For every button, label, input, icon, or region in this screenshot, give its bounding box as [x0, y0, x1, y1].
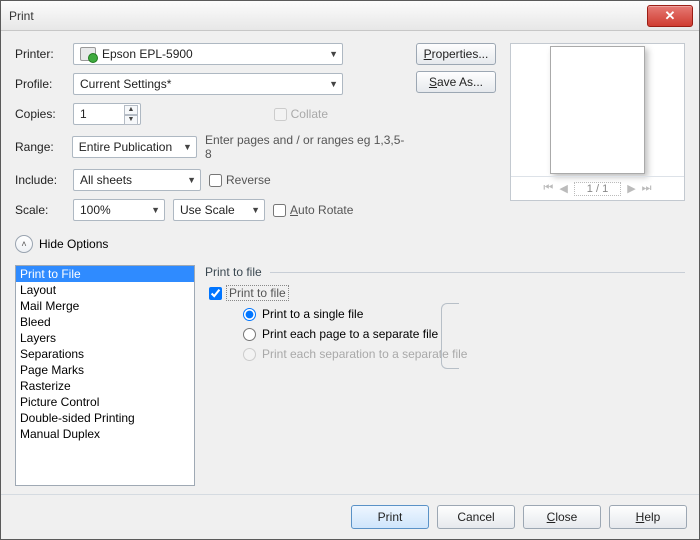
printer-value: Epson EPL-5900 — [102, 47, 193, 61]
profile-label: Profile: — [15, 77, 65, 91]
reverse-checkbox[interactable]: Reverse — [209, 173, 271, 187]
options-listbox[interactable]: Print to FileLayoutMail MergeBleedLayers… — [15, 265, 195, 486]
printer-combo[interactable]: Epson EPL-5900 ▼ — [73, 43, 343, 65]
print-to-file-panel: Print to file Print to file Print to a s… — [205, 265, 685, 486]
chevron-up-icon: ˄ — [15, 235, 33, 253]
preview-pager: ⏮ ◀ 1 / 1 ▶ ⏭ — [511, 176, 684, 200]
options-item[interactable]: Picture Control — [16, 394, 194, 410]
include-value: All sheets — [80, 173, 132, 187]
radio-page-per-file[interactable]: Print each page to a separate file — [243, 327, 685, 341]
options-item[interactable]: Print to File — [16, 266, 194, 282]
range-value: Entire Publication — [79, 140, 172, 154]
auto-rotate-checkbox[interactable]: Auto Rotate — [273, 203, 353, 217]
pager-next-icon[interactable]: ▶ — [627, 182, 635, 195]
divider — [270, 272, 685, 273]
profile-combo[interactable]: Current Settings* ▼ — [73, 73, 343, 95]
panel-title: Print to file — [205, 265, 262, 279]
save-as-button[interactable]: Save As... — [416, 71, 496, 93]
include-combo[interactable]: All sheets ▼ — [73, 169, 201, 191]
print-dialog: Print ✕ Printer: Epson EPL-5900 ▼ — [0, 0, 700, 540]
copies-spinner[interactable]: 1 ▲▼ — [73, 103, 141, 125]
pager-first-icon[interactable]: ⏮ — [543, 182, 553, 195]
options-item[interactable]: Layout — [16, 282, 194, 298]
copies-value: 1 — [80, 107, 87, 121]
cancel-button[interactable]: Cancel — [437, 505, 515, 529]
printer-icon — [80, 47, 96, 61]
options-item[interactable]: Mail Merge — [16, 298, 194, 314]
radio-separation-per-file: Print each separation to a separate file — [243, 347, 685, 361]
chevron-down-icon: ▼ — [187, 175, 196, 185]
chevron-down-icon: ▼ — [151, 205, 160, 215]
titlebar: Print ✕ — [1, 1, 699, 31]
options-item[interactable]: Layers — [16, 330, 194, 346]
options-item[interactable]: Page Marks — [16, 362, 194, 378]
include-label: Include: — [15, 173, 65, 187]
copies-label: Copies: — [15, 107, 65, 121]
close-icon: ✕ — [665, 8, 676, 24]
preview-page — [511, 44, 684, 176]
scale-mode-value: Use Scale — [180, 203, 235, 217]
range-hint: Enter pages and / or ranges eg 1,3,5-8 — [205, 133, 406, 161]
spinner-arrows[interactable]: ▲▼ — [124, 105, 138, 125]
hide-options-toggle[interactable]: ˄ Hide Options — [15, 235, 685, 253]
window-close-button[interactable]: ✕ — [647, 5, 693, 27]
window-title: Print — [7, 9, 647, 23]
collate-checkbox: Collate — [274, 107, 328, 121]
profile-value: Current Settings* — [80, 77, 171, 91]
pager-last-icon[interactable]: ⏭ — [642, 182, 652, 195]
preview-sheet — [550, 46, 645, 174]
chevron-down-icon: ▼ — [329, 79, 338, 89]
scale-value: 100% — [80, 203, 111, 217]
bracket-line — [441, 303, 459, 369]
pager-info: 1 / 1 — [574, 182, 621, 196]
options-item[interactable]: Separations — [16, 346, 194, 362]
options-item[interactable]: Manual Duplex — [16, 426, 194, 442]
range-label: Range: — [15, 140, 64, 154]
scale-label: Scale: — [15, 203, 65, 217]
options-item[interactable]: Rasterize — [16, 378, 194, 394]
dialog-footer: Print Cancel Close Help — [1, 494, 699, 539]
scale-mode-combo[interactable]: Use Scale ▼ — [173, 199, 265, 221]
print-to-file-checkbox[interactable]: Print to file — [209, 285, 685, 301]
radio-single-file[interactable]: Print to a single file — [243, 307, 685, 321]
pager-prev-icon[interactable]: ◀ — [559, 182, 567, 195]
close-button[interactable]: Close — [523, 505, 601, 529]
preview-box: ⏮ ◀ 1 / 1 ▶ ⏭ — [510, 43, 685, 201]
chevron-down-icon: ▼ — [251, 205, 260, 215]
printer-label: Printer: — [15, 47, 65, 61]
options-item[interactable]: Bleed — [16, 314, 194, 330]
chevron-down-icon: ▼ — [329, 49, 338, 59]
scale-combo[interactable]: 100% ▼ — [73, 199, 165, 221]
options-item[interactable]: Double-sided Printing — [16, 410, 194, 426]
print-button[interactable]: Print — [351, 505, 429, 529]
properties-button[interactable]: Properties... — [416, 43, 496, 65]
help-button[interactable]: Help — [609, 505, 687, 529]
range-combo[interactable]: Entire Publication ▼ — [72, 136, 197, 158]
chevron-down-icon: ▼ — [183, 142, 192, 152]
